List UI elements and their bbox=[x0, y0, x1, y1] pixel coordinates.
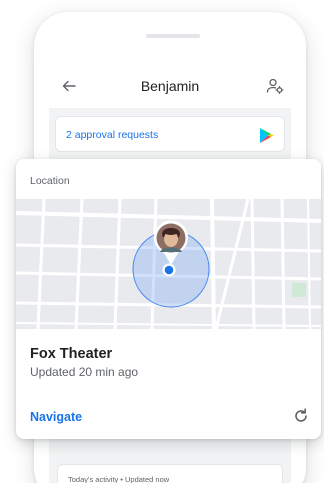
place-name: Fox Theater bbox=[30, 346, 113, 362]
location-heading: Location bbox=[30, 175, 70, 187]
location-dot-icon bbox=[162, 263, 176, 277]
todays-activity-card[interactable]: Today's activity • Updated now bbox=[57, 464, 283, 483]
avatar-pin[interactable] bbox=[153, 220, 189, 266]
app-bar: Benjamin bbox=[49, 64, 291, 108]
approval-requests-card[interactable]: 2 approval requests bbox=[55, 116, 285, 152]
navigate-button[interactable]: Navigate bbox=[30, 410, 82, 424]
updated-time: Updated 20 min ago bbox=[30, 365, 139, 379]
page-title: Benjamin bbox=[140, 78, 200, 94]
approval-requests-label: 2 approval requests bbox=[66, 129, 159, 141]
manage-account-icon[interactable] bbox=[265, 76, 285, 96]
todays-activity-label: Today's activity • Updated now bbox=[68, 475, 170, 483]
google-play-icon bbox=[259, 127, 275, 144]
location-card: Location Fox Theater Updated 20 min ago … bbox=[16, 159, 321, 439]
arrow-back-icon[interactable] bbox=[59, 76, 79, 96]
phone-speaker bbox=[146, 34, 200, 38]
refresh-icon[interactable] bbox=[292, 407, 310, 425]
